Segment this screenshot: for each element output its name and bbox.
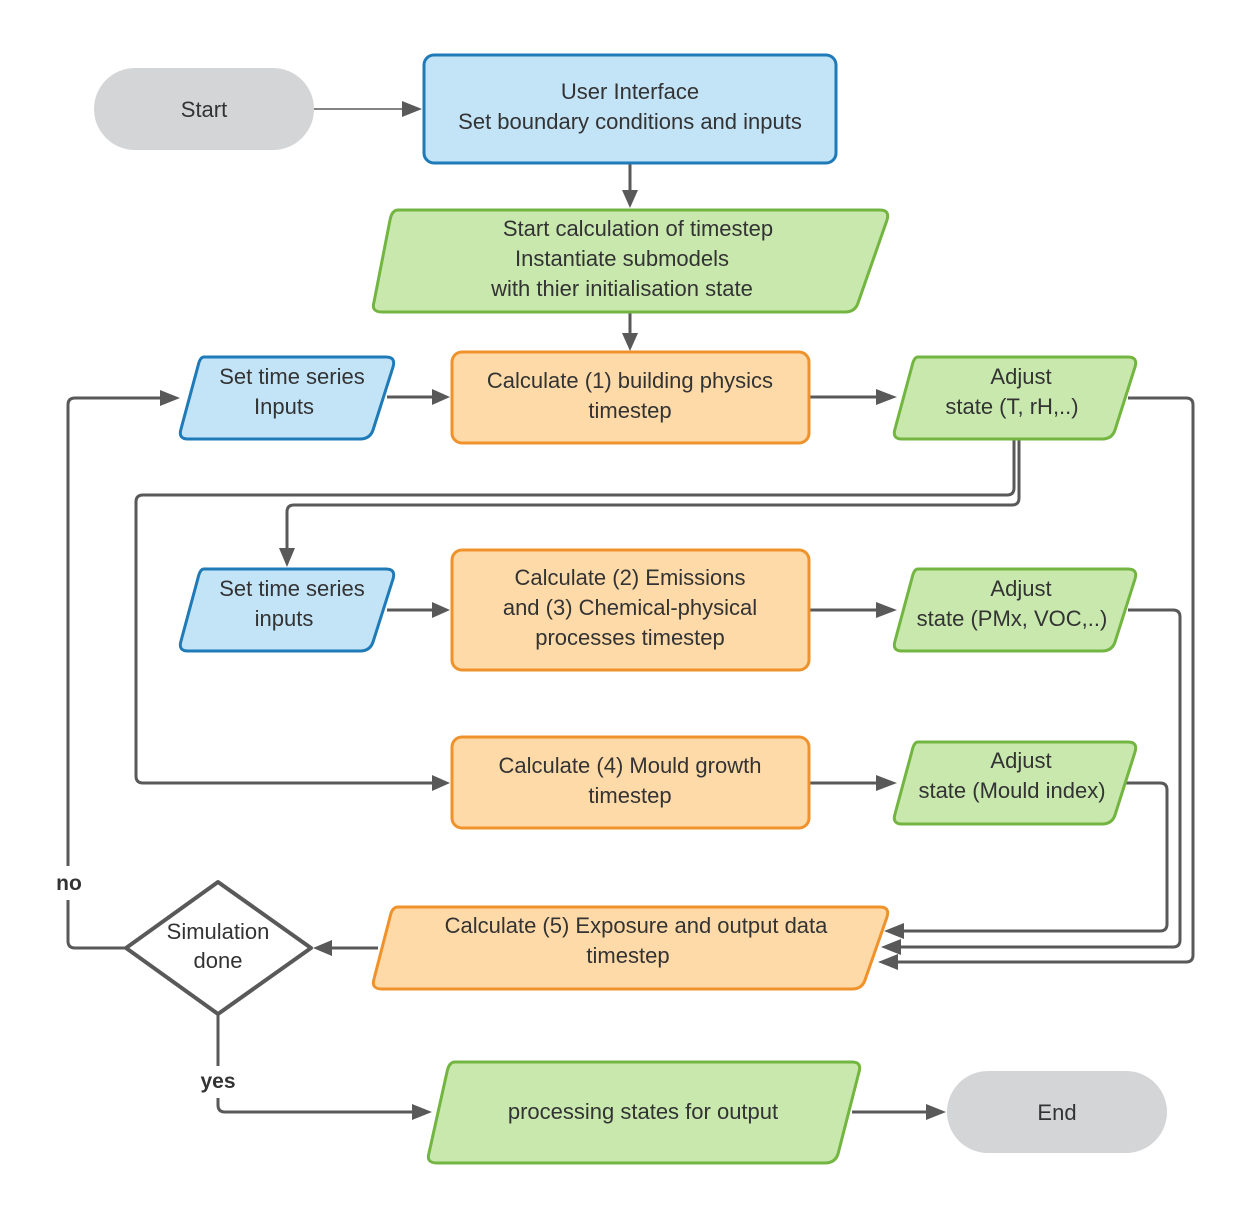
node-user-interface-line1: User Interface [561,79,699,104]
node-calc-4-line1: Calculate (4) Mould growth [499,753,762,778]
arrow-head [432,389,450,405]
node-calc-1-line1: Calculate (1) building physics [487,368,773,393]
node-adjust-2: Adjust state (PMx, VOC,..) [892,567,1138,653]
arrow-head [160,390,180,406]
edge-decision-yes [216,1098,412,1114]
node-adjust-2-line2: state (PMx, VOC,..) [917,606,1108,631]
node-calc-2-3-line1: Calculate (2) Emissions [514,565,745,590]
arrow-head [876,775,897,791]
arrow-head [622,333,638,351]
node-calc-2-3: Calculate (2) Emissions and (3) Chemical… [450,548,811,672]
node-calc-5-line1: Calculate (5) Exposure and output data [445,913,829,938]
node-end-label: End [1037,1100,1076,1125]
node-start-calc-line2: Instantiate submodels [515,246,729,271]
node-ts-inputs-1: Set time series Inputs [178,355,396,441]
arrow-head [876,389,897,405]
arrow-head [876,602,897,618]
node-calc-5: Calculate (5) Exposure and output data t… [371,905,890,991]
arrow-head [878,954,898,970]
node-processing: processing states for output [426,1060,862,1165]
node-ts-inputs-2: Set time series inputs [178,567,396,653]
node-ts-inputs-1-line2: Inputs [254,394,314,419]
arrow-head [402,101,422,117]
node-calc-5-line2: timestep [586,943,669,968]
node-calc-4: Calculate (4) Mould growth timestep [450,735,811,830]
node-adjust-3-line1: Adjust [990,748,1051,773]
node-start-calc-line1: Start calculation of timestep [503,216,773,241]
node-adjust-1-line2: state (T, rH,..) [945,394,1078,419]
edge-decision-no-upper [66,396,160,866]
arrow-head [926,1104,946,1120]
node-adjust-1: Adjust state (T, rH,..) [892,355,1138,441]
arrow-head [881,939,901,955]
node-decision: Simulation done [124,880,313,1016]
flowchart: Start User Interface Set boundary condit… [56,53,1195,1165]
node-user-interface: User Interface Set boundary conditions a… [422,53,838,165]
arrow-head [279,548,295,567]
node-start-calc: Start calculation of timestep Instantiat… [371,208,890,314]
edge-decision-no [66,900,126,950]
arrow-head [412,1104,432,1120]
node-calc-1-line2: timestep [588,398,671,423]
node-calc-2-3-line2: and (3) Chemical-physical [503,595,757,620]
node-adjust-3-line2: state (Mould index) [918,778,1105,803]
arrow-head [432,602,450,618]
node-end: End [947,1071,1167,1153]
arrow-head [432,775,450,791]
node-adjust-1-line1: Adjust [990,364,1051,389]
node-ts-inputs-2-line1: Set time series [219,576,365,601]
node-processing-label: processing states for output [508,1099,778,1124]
node-calc-2-3-line3: processes timestep [535,625,725,650]
arrow-head [884,923,904,939]
arrow-head [622,190,638,208]
node-adjust-2-line1: Adjust [990,576,1051,601]
node-calc-1: Calculate (1) building physics timestep [450,350,811,445]
node-adjust-3: Adjust state (Mould index) [892,740,1138,826]
node-start: Start [94,68,314,150]
node-decision-line1: Simulation [167,919,270,944]
edge-label-yes: yes [200,1070,235,1093]
edge-label-no: no [56,872,82,895]
node-calc-4-line2: timestep [588,783,671,808]
arrow-head [313,940,332,956]
node-user-interface-line2: Set boundary conditions and inputs [458,109,802,134]
node-ts-inputs-2-line2: inputs [255,606,314,631]
edge-adjust1-to-calc5 [898,396,1195,964]
node-start-label: Start [181,97,227,122]
node-decision-line2: done [194,948,243,973]
node-ts-inputs-1-line1: Set time series [219,364,365,389]
node-start-calc-line3: with thier initialisation state [490,276,753,301]
